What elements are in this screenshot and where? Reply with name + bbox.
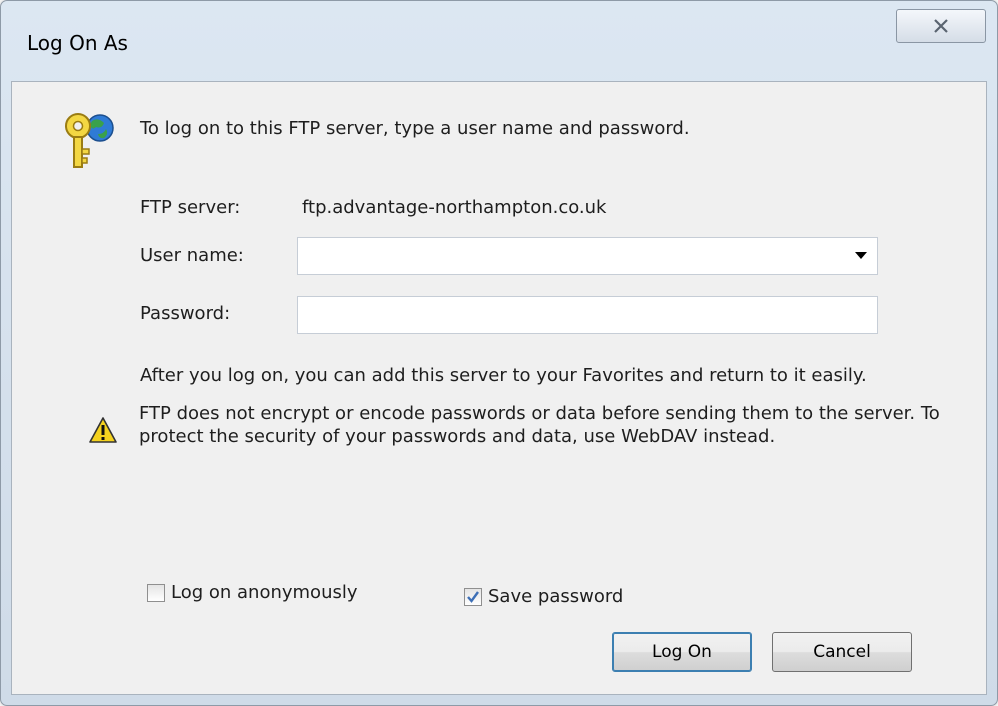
key-globe-icon	[65, 113, 114, 168]
log-on-button[interactable]: Log On	[612, 632, 752, 672]
user-name-input[interactable]	[298, 238, 850, 272]
password-label: Password:	[140, 303, 231, 324]
log-on-as-dialog: Log On As To log on to this FTP server, …	[0, 0, 998, 706]
security-warning-text: FTP does not encrypt or encode passwords…	[139, 403, 940, 447]
user-name-label: User name:	[140, 245, 244, 266]
ftp-server-label: FTP server:	[140, 197, 241, 218]
dialog-title: Log On As	[27, 31, 128, 55]
chevron-down-icon[interactable]	[855, 252, 867, 260]
save-password-checkbox[interactable]	[464, 587, 482, 606]
title-bar[interactable]: Log On As	[1, 1, 997, 79]
warning-icon	[89, 417, 117, 443]
log-on-anonymously-option[interactable]: Log on anonymously	[147, 582, 358, 603]
password-input[interactable]	[298, 297, 850, 331]
intro-text: To log on to this FTP server, type a use…	[140, 118, 690, 139]
close-button[interactable]	[896, 9, 986, 43]
cancel-button[interactable]: Cancel	[772, 632, 912, 672]
favorites-info-text: After you log on, you can add this serve…	[140, 365, 867, 386]
ftp-server-value: ftp.advantage-northampton.co.uk	[302, 197, 607, 218]
close-icon	[934, 19, 948, 33]
dialog-body: To log on to this FTP server, type a use…	[11, 81, 987, 695]
save-password-label[interactable]: Save password	[488, 586, 623, 607]
log-on-anonymously-checkbox[interactable]	[147, 583, 165, 602]
password-field[interactable]	[297, 296, 878, 334]
user-name-combobox[interactable]	[297, 237, 878, 275]
save-password-option[interactable]: Save password	[464, 586, 623, 607]
log-on-anonymously-label[interactable]: Log on anonymously	[171, 582, 358, 603]
checkmark-icon	[467, 590, 479, 603]
